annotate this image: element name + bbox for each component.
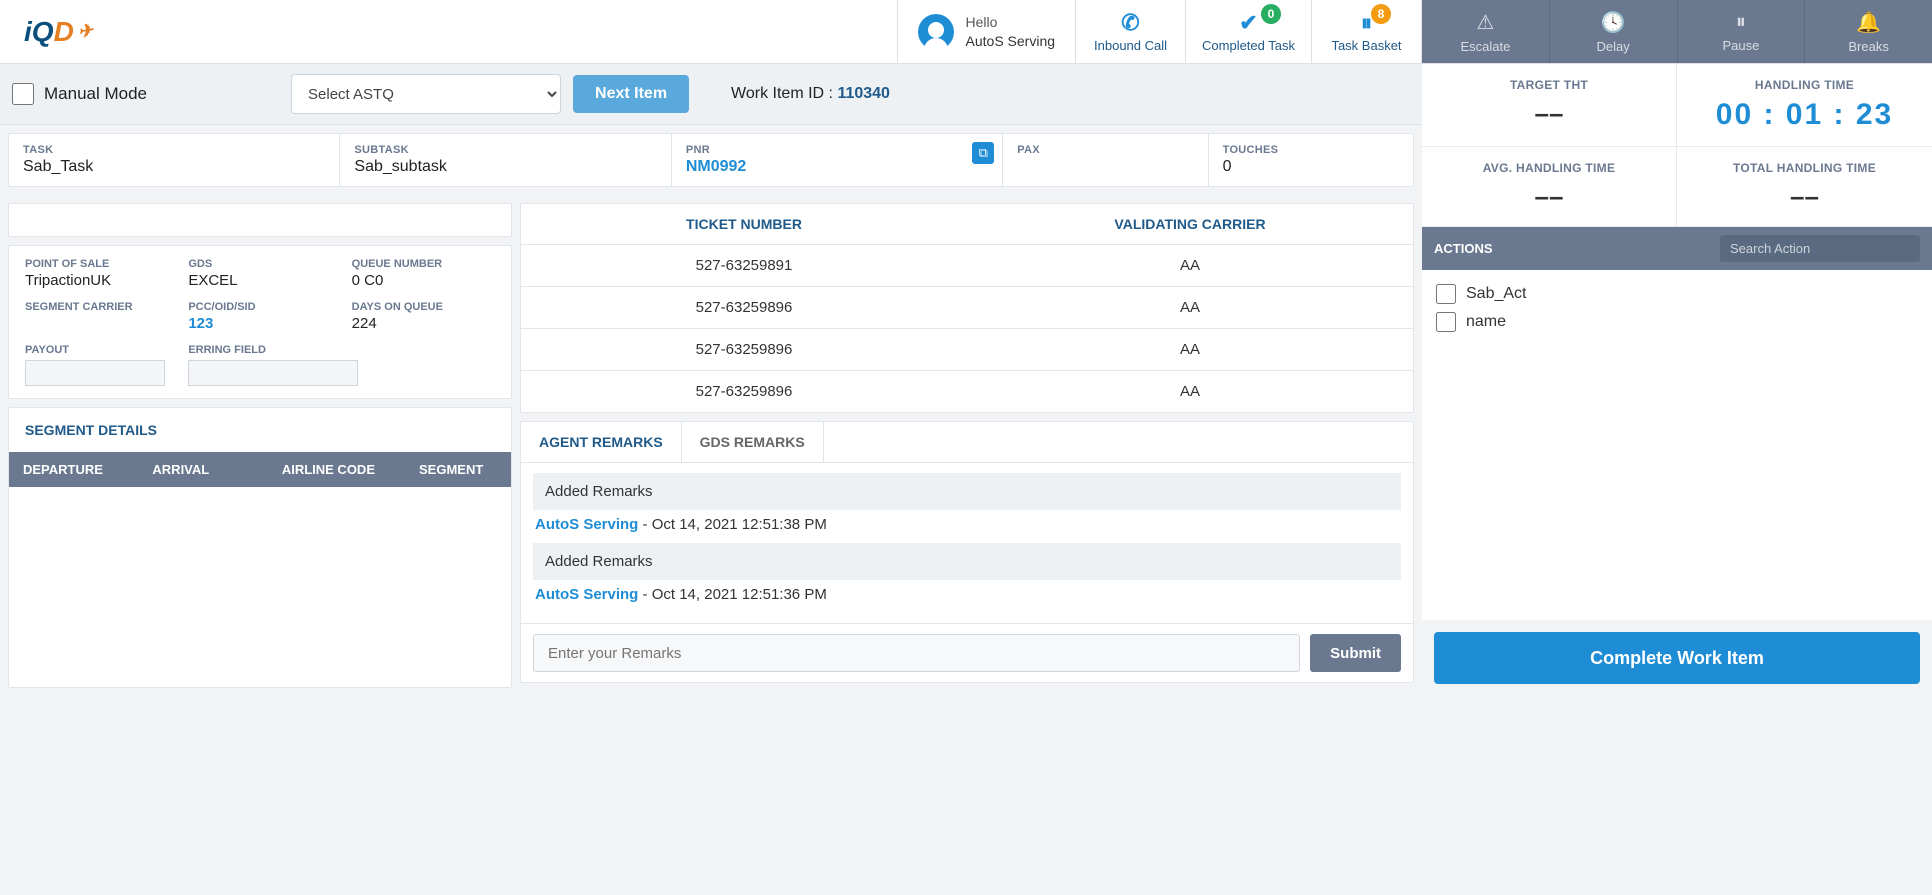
warning-icon: ⚠ [1476,10,1494,35]
check-icon: ✔ [1239,10,1257,36]
avatar-icon [918,14,954,50]
pax-cell: PAX [1003,134,1208,186]
remark-author: AutoS Serving [535,586,638,603]
phone-icon: ✆ [1121,10,1139,36]
action-checkbox[interactable] [1436,312,1456,332]
clock-icon: 🕓 [1601,10,1626,35]
metric-avg-handling: AVG. HANDLING TIME –– [1422,147,1677,227]
pnr-cell: PNR NM0992 ⧉ [672,134,1003,186]
escalate-button[interactable]: ⚠ Escalate [1422,0,1550,63]
pause-button[interactable]: ⏸ Pause [1678,0,1806,63]
logo: iQD✈ [0,0,117,63]
metric-target-tht: TARGET THT –– [1422,64,1677,147]
actions-header: ACTIONS [1422,227,1932,270]
inbound-call-button[interactable]: ✆ Inbound Call [1076,0,1186,63]
completed-task-label: Completed Task [1202,38,1295,53]
ticket-row: 527-63259896AA [521,328,1413,370]
blank-panel [8,203,512,237]
work-item-id: Work Item ID : 110340 [731,85,890,103]
inbound-call-label: Inbound Call [1094,38,1167,53]
remarks-panel: AGENT REMARKS GDS REMARKS Added RemarksA… [520,421,1414,683]
completed-task-button[interactable]: ✔ 0 Completed Task [1186,0,1312,63]
greeting-label: Hello [966,13,1056,31]
metric-total-handling: TOTAL HANDLING TIME –– [1677,147,1932,227]
segment-details-title: SEGMENT DETAILS [9,408,511,452]
complete-work-item-button[interactable]: Complete Work Item [1434,632,1920,684]
action-item[interactable]: Sab_Act [1436,280,1918,308]
task-cell: TASK Sab_Task [9,134,340,186]
metrics-panel: TARGET THT –– HANDLING TIME 00 : 01 : 23… [1422,64,1932,227]
segment-table-header: DEPARTURE ARRIVAL AIRLINE CODE SEGMENT [9,452,511,487]
task-basket-label: Task Basket [1331,38,1401,53]
pnr-link[interactable]: NM0992 [686,158,988,176]
remark-item: Added RemarksAutoS Serving - Oct 14, 202… [533,473,1401,533]
completed-badge: 0 [1261,4,1281,24]
delay-button[interactable]: 🕓 Delay [1550,0,1678,63]
user-block: Hello AutoS Serving [897,0,1077,63]
remark-author: AutoS Serving [535,516,638,533]
subtask-cell: SUBTASK Sab_subtask [340,134,671,186]
ticket-row: 527-63259896AA [521,370,1413,412]
pause-icon: ⏸ [1736,11,1746,34]
user-name: AutoS Serving [966,32,1056,50]
topbar: iQD✈ Hello AutoS Serving ✆ Inbound Call … [0,0,1932,64]
toolbar: Manual Mode Select ASTQ Next Item Work I… [0,64,1422,125]
metric-handling-time: HANDLING TIME 00 : 01 : 23 [1677,64,1932,147]
action-strip: ⚠ Escalate 🕓 Delay ⏸ Pause 🔔 Breaks [1422,0,1932,63]
action-item[interactable]: name [1436,308,1918,336]
breaks-button[interactable]: 🔔 Breaks [1805,0,1932,63]
details-panel: POINT OF SALETripactionUK GDSEXCEL QUEUE… [8,245,512,399]
erring-field-input[interactable] [188,360,358,386]
task-basket-button[interactable]: ⏸ 8 Task Basket [1312,0,1422,63]
remark-time: Oct 14, 2021 12:51:36 PM [652,586,827,603]
next-item-button[interactable]: Next Item [573,75,689,113]
remarks-input[interactable] [533,634,1300,672]
manual-mode-input[interactable] [12,83,34,105]
copy-icon[interactable]: ⧉ [972,142,994,164]
ticket-table: TICKET NUMBER VALIDATING CARRIER 527-632… [520,203,1414,413]
touches-cell: TOUCHES 0 [1209,134,1413,186]
remark-time: Oct 14, 2021 12:51:38 PM [652,516,827,533]
tab-agent-remarks[interactable]: AGENT REMARKS [521,422,682,462]
tab-gds-remarks[interactable]: GDS REMARKS [682,422,824,462]
segment-table-body [9,487,511,687]
astq-select[interactable]: Select ASTQ [291,74,561,114]
payout-input[interactable] [25,360,165,386]
segment-details-panel: SEGMENT DETAILS DEPARTURE ARRIVAL AIRLIN… [8,407,512,688]
ticket-row: 527-63259896AA [521,286,1413,328]
action-checkbox[interactable] [1436,284,1456,304]
actions-list: Sab_Actname [1422,270,1932,620]
bell-icon: 🔔 [1856,10,1881,35]
right-sidebar: TARGET THT –– HANDLING TIME 00 : 01 : 23… [1422,64,1932,696]
ticket-row: 527-63259891AA [521,244,1413,286]
plane-icon: ✈ [76,20,95,43]
submit-remark-button[interactable]: Submit [1310,634,1401,672]
manual-mode-checkbox[interactable]: Manual Mode [12,83,147,105]
search-action-input[interactable] [1720,235,1920,262]
manual-mode-label: Manual Mode [44,84,147,104]
remark-item: Added RemarksAutoS Serving - Oct 14, 202… [533,543,1401,603]
info-panel: TASK Sab_Task SUBTASK Sab_subtask PNR NM… [8,133,1414,187]
basket-badge: 8 [1371,4,1391,24]
